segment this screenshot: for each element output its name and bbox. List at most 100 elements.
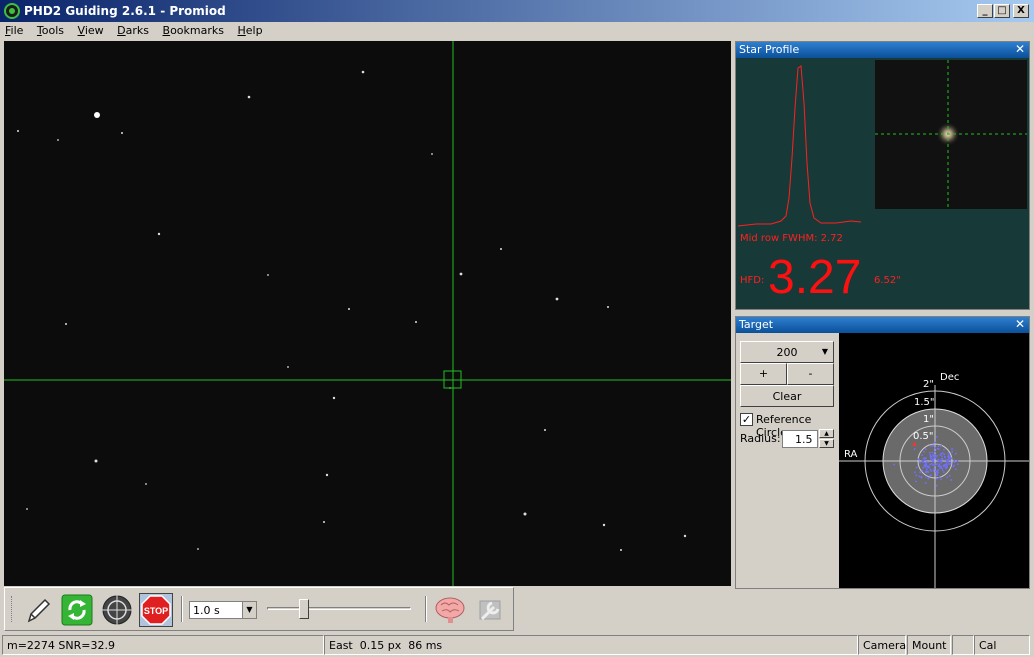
guide-point: [943, 448, 945, 451]
star: [247, 95, 251, 99]
guide-point: [922, 466, 925, 469]
guide-point: [937, 445, 940, 448]
guide-point: [940, 478, 942, 480]
guide-point: [936, 472, 939, 475]
guide-target-icon[interactable]: [100, 593, 134, 627]
guide-point: [946, 476, 948, 478]
star: [267, 274, 269, 276]
target-header: Target ✕: [736, 317, 1029, 333]
guide-point: [947, 455, 949, 458]
star: [607, 306, 609, 308]
guide-point: [938, 463, 941, 465]
guide-point: [945, 467, 947, 470]
star: [555, 297, 559, 301]
menu-file[interactable]: File: [0, 22, 28, 40]
settings-icon[interactable]: [472, 593, 506, 627]
menu-view-mnemonic: V: [77, 24, 85, 37]
zoom-in-button[interactable]: +: [740, 363, 787, 385]
guide-point: [936, 448, 939, 450]
star-zoom-inset: [875, 60, 1027, 209]
guide-point: [933, 447, 936, 449]
guide-point: [944, 459, 947, 461]
gamma-slider-thumb[interactable]: [299, 599, 309, 619]
star: [17, 130, 19, 132]
calibration-status: Cal: [974, 635, 1030, 655]
guide-point: [913, 448, 916, 450]
star: [500, 248, 502, 250]
zoom-out-button[interactable]: -: [787, 363, 834, 385]
minimize-button[interactable]: _: [977, 4, 993, 18]
brain-icon[interactable]: [433, 593, 467, 627]
guide-point: [924, 482, 927, 484]
menu-help[interactable]: Help: [232, 22, 267, 40]
guide-point: [925, 448, 927, 451]
guide-point: [925, 462, 927, 465]
guide-point: [953, 461, 956, 463]
guide-point: [938, 448, 940, 450]
guide-point: [921, 454, 923, 456]
camera-status: Camera: [858, 635, 906, 655]
guide-point: [943, 471, 945, 473]
camera-view[interactable]: [4, 41, 731, 586]
star: [523, 512, 527, 516]
loop-icon[interactable]: [60, 593, 94, 627]
guide-point: [941, 467, 943, 470]
window-title: PHD2 Guiding 2.6.1 - Promiod: [24, 4, 226, 18]
guide-point: [935, 474, 938, 477]
guide-point: [945, 462, 948, 464]
menu-view[interactable]: View: [73, 22, 109, 40]
menu-tools[interactable]: Tools: [32, 22, 69, 40]
star: [323, 521, 325, 523]
star: [145, 483, 147, 485]
guide-info-status: East 0.15 px 86 ms: [324, 635, 858, 655]
star-zoom-image: [875, 60, 1027, 209]
guide-point: [915, 480, 917, 483]
star-profile-close-icon[interactable]: ✕: [1015, 42, 1025, 56]
star: [602, 523, 606, 527]
gamma-slider-track[interactable]: [267, 607, 411, 610]
guide-point: [947, 461, 949, 463]
stop-button[interactable]: STOP: [139, 593, 173, 627]
guide-point: [938, 477, 940, 479]
chevron-down-icon: ▼: [242, 602, 256, 618]
close-window-button[interactable]: X: [1013, 4, 1029, 18]
guide-point: [944, 466, 947, 468]
guide-point: [923, 451, 925, 453]
bright-star: [94, 112, 100, 118]
guide-point: [927, 471, 930, 473]
ring-label-0-5: 0.5": [913, 431, 934, 442]
title-bar: PHD2 Guiding 2.6.1 - Promiod _ □ X: [0, 0, 1034, 22]
menu-bookmarks[interactable]: Bookmarks: [158, 22, 229, 40]
radius-spin-down[interactable]: ▼: [819, 439, 834, 448]
guide-point: [931, 451, 934, 454]
chevron-down-icon: ▼: [821, 347, 828, 356]
star: [287, 366, 289, 368]
pencil-icon[interactable]: [21, 593, 55, 627]
clear-button[interactable]: Clear: [740, 385, 834, 407]
star: [197, 548, 199, 550]
maximize-button[interactable]: □: [994, 4, 1010, 18]
length-dropdown[interactable]: 200 ▼: [740, 341, 834, 363]
guide-point: [942, 465, 945, 468]
guide-point: [931, 445, 934, 447]
exposure-dropdown[interactable]: 1.0 s ▼: [189, 601, 257, 619]
star: [332, 396, 336, 400]
radius-spin-up[interactable]: ▲: [819, 429, 834, 438]
target-controls: 200 ▼ + - Clear ✓ Reference Circle Radiu…: [736, 333, 839, 588]
profile-graph: [737, 65, 862, 227]
guide-point: [928, 466, 931, 469]
guide-point: [947, 451, 950, 454]
menu-bookmarks-label: ookmarks: [170, 24, 224, 37]
menu-darks[interactable]: Darks: [112, 22, 154, 40]
toolbar-separator: [181, 596, 183, 622]
profile-line: [737, 65, 862, 227]
target-close-icon[interactable]: ✕: [1015, 317, 1025, 331]
star-profile-panel: Star Profile ✕ Mid row FWHM: 2.72 HFD: 3…: [735, 41, 1030, 310]
guide-point: [937, 459, 939, 461]
reference-circle-checkbox[interactable]: ✓: [740, 413, 753, 426]
ring-label-1: 1": [923, 414, 934, 425]
ring-label-2: 2": [923, 379, 934, 390]
radius-input[interactable]: 1.5: [782, 430, 818, 448]
ao-status: [952, 635, 974, 655]
guide-point: [914, 471, 916, 474]
